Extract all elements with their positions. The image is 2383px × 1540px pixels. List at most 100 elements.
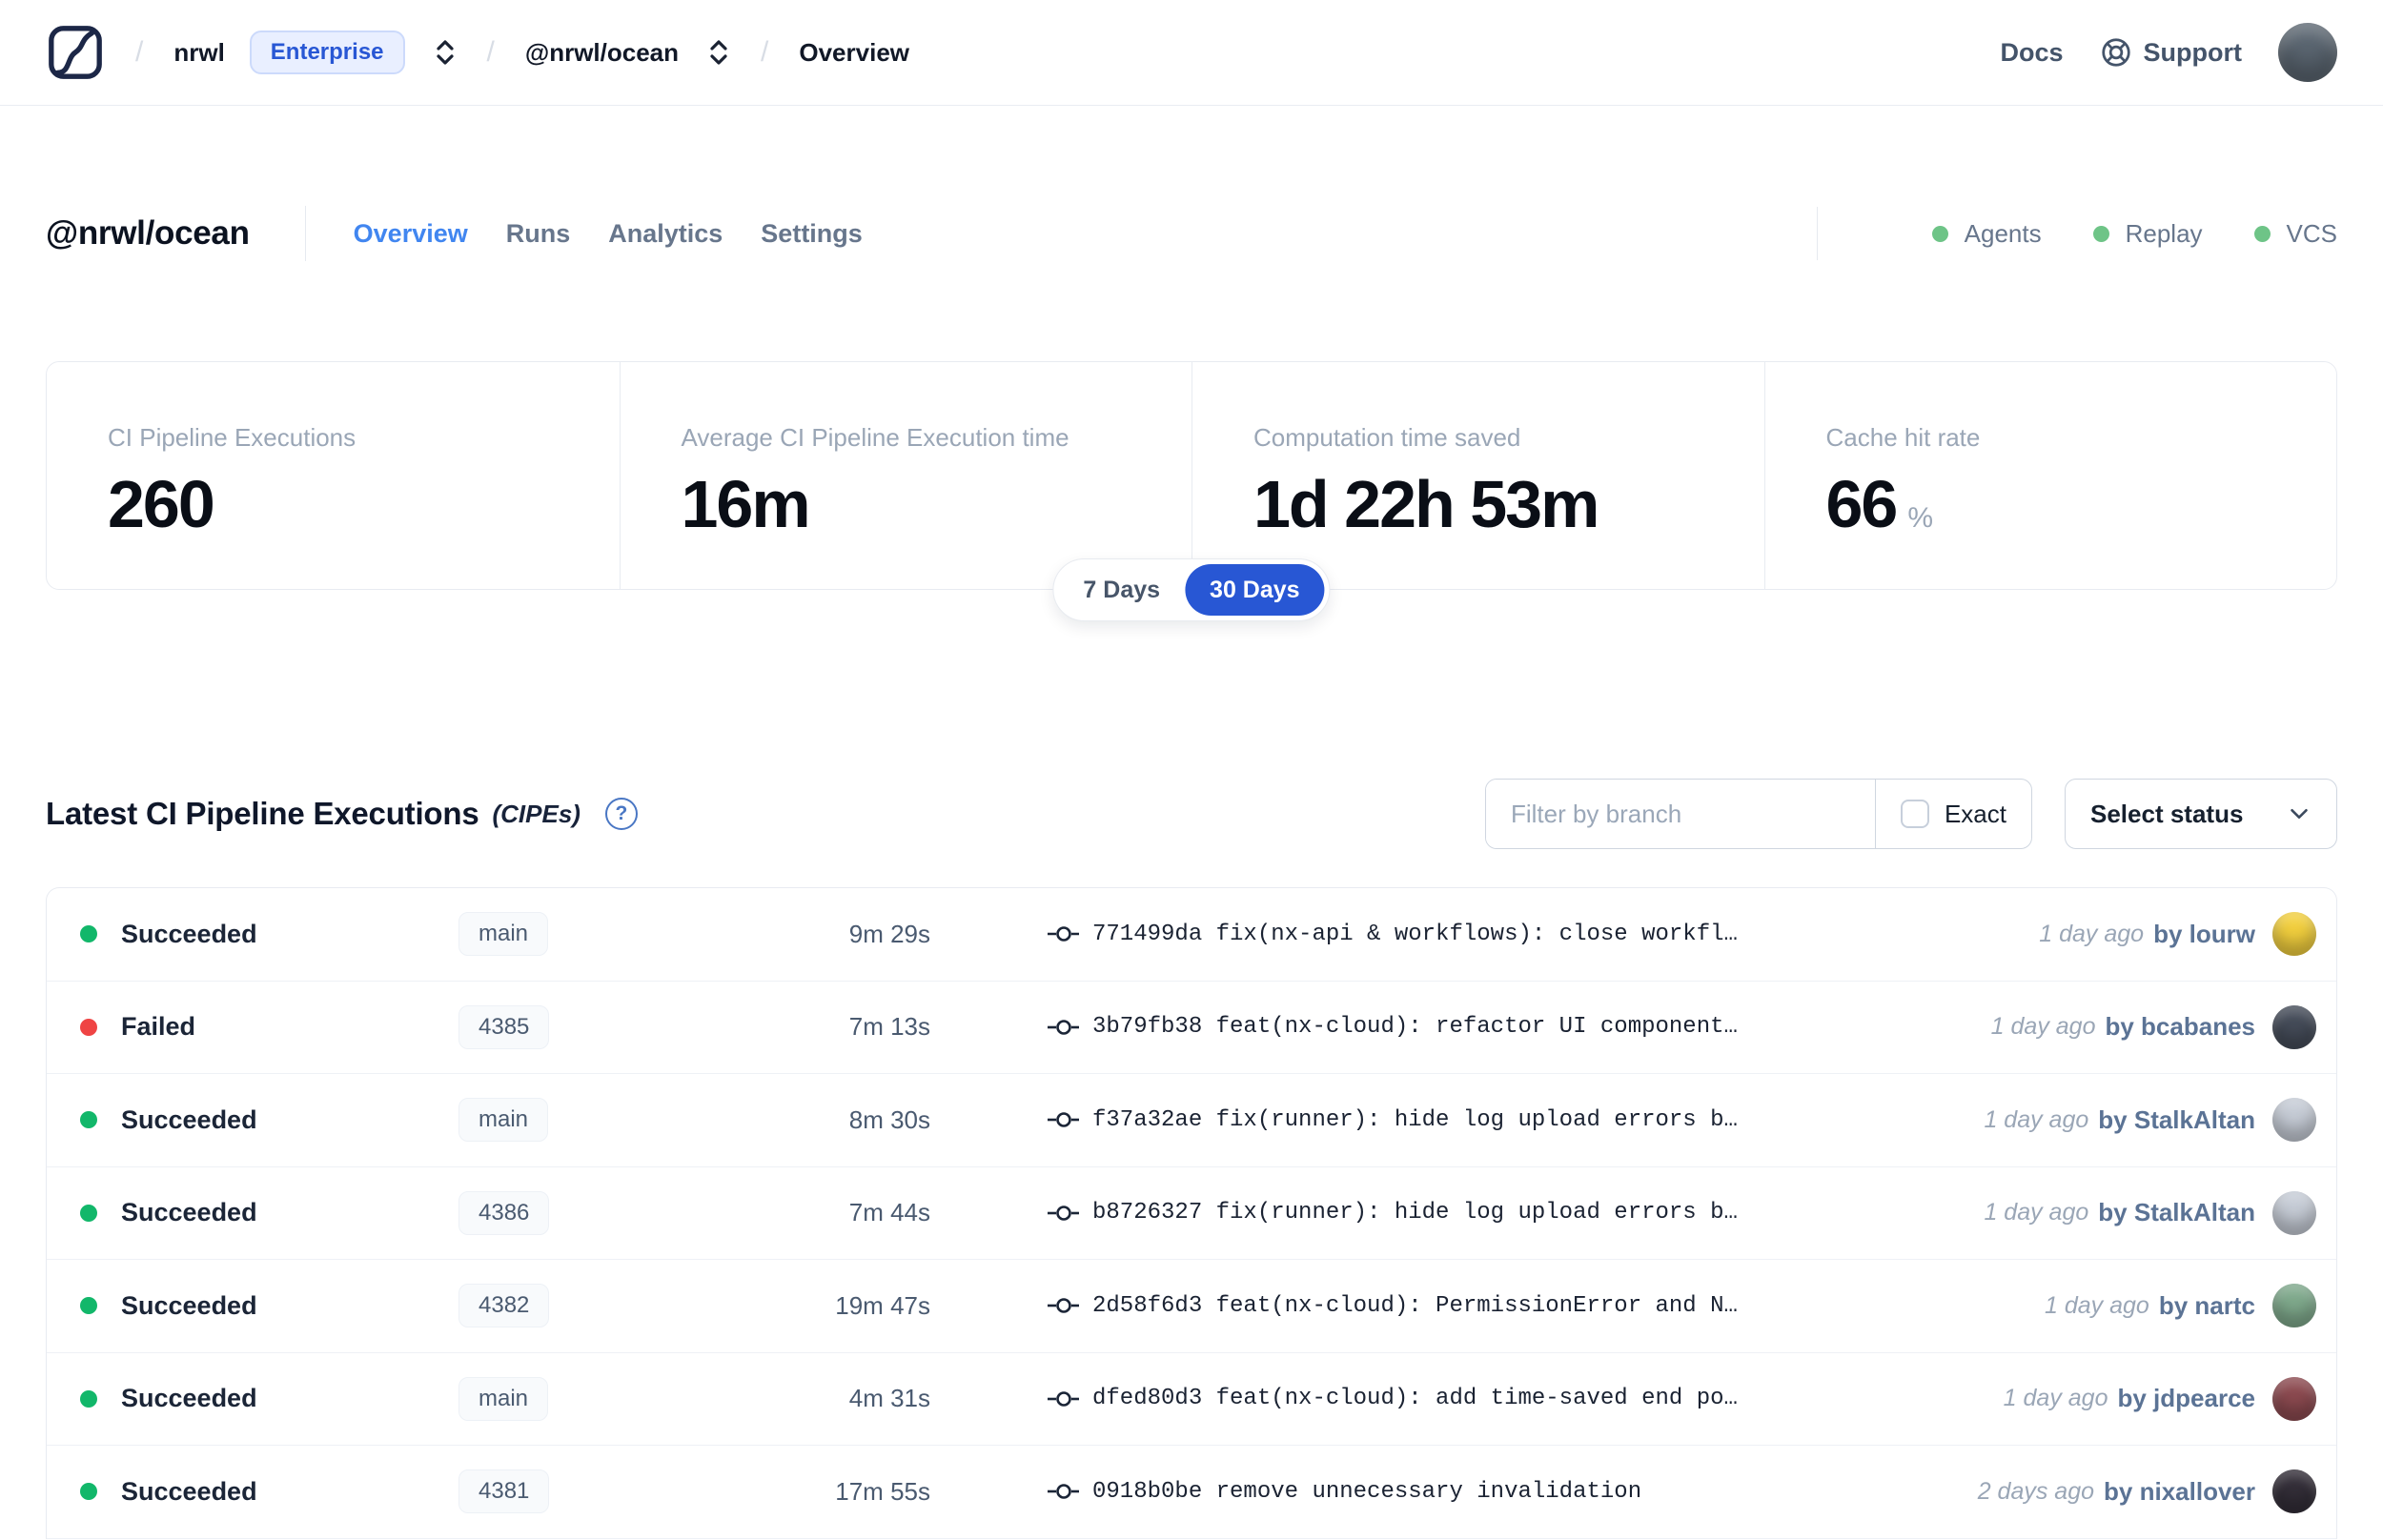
branch-badge[interactable]: 4386 <box>458 1190 550 1235</box>
commit-message[interactable]: 2d58f6d3 feat(nx-cloud): PermissionError… <box>1092 1293 1738 1319</box>
branch-filter-input[interactable] <box>1485 780 1875 848</box>
indicator-divider <box>1816 207 1818 260</box>
table-row[interactable]: Succeeded main 9m 29s 771499da fix(nx-ap… <box>47 888 2336 982</box>
status-label: Succeeded <box>121 1198 257 1227</box>
avatar <box>2272 1098 2316 1143</box>
commit-message[interactable]: 3b79fb38 feat(nx-cloud): refactor UI com… <box>1092 1014 1738 1040</box>
top-navigation-bar: / nrwl Enterprise / @nrwl/ocean / Overvi… <box>0 0 2383 106</box>
duration: 19m 47s <box>835 1290 930 1320</box>
indicator-agents[interactable]: Agents <box>1931 218 2042 249</box>
stat-suffix: % <box>1907 502 1934 534</box>
breadcrumb-workspace[interactable]: @nrwl/ocean <box>525 38 679 68</box>
breadcrumb-page: Overview <box>799 37 910 67</box>
branch-badge-cell: 4381 <box>458 1469 721 1514</box>
author: by StalkAltan <box>2098 1198 2255 1227</box>
tab-analytics[interactable]: Analytics <box>608 219 723 249</box>
row-meta: 2 days ago by nixallover <box>1977 1469 2316 1514</box>
workspace-header: @nrwl/ocean Overview Runs Analytics Sett… <box>46 176 2337 291</box>
branch-badge[interactable]: main <box>458 1098 549 1143</box>
table-row[interactable]: Succeeded main 8m 30s f37a32ae fix(runne… <box>47 1074 2336 1167</box>
stat-card-ci-pipeline-executions: CI Pipeline Executions 260 <box>47 362 620 589</box>
time-ago: 1 day ago <box>2039 920 2145 947</box>
stat-number: 260 <box>108 467 215 541</box>
commit-message[interactable]: 771499da fix(nx-api & workflows): close … <box>1092 922 1738 947</box>
workspace-selector-icon[interactable] <box>707 37 730 68</box>
help-icon[interactable]: ? <box>604 798 638 830</box>
stat-label: CI Pipeline Executions <box>108 423 356 452</box>
time-ago: 1 day ago <box>1984 1105 2089 1133</box>
branch-badge-cell: main <box>458 1098 721 1143</box>
indicator-label: Replay <box>2125 218 2203 248</box>
duration: 7m 13s <box>848 1012 930 1042</box>
commit-icon <box>1047 1107 1083 1132</box>
org-selector-icon[interactable] <box>434 37 457 68</box>
time-ago: 1 day ago <box>1984 1199 2089 1226</box>
time-ago: 2 days ago <box>1977 1477 2095 1505</box>
duration: 8m 30s <box>848 1104 930 1134</box>
tab-settings[interactable]: Settings <box>761 219 863 249</box>
duration: 7m 44s <box>848 1198 930 1227</box>
status-dot-succeeded <box>80 925 97 943</box>
duration: 9m 29s <box>848 919 930 948</box>
author: by lourw <box>2153 919 2255 948</box>
table-row[interactable]: Succeeded main 4m 31s dfed80d3 feat(nx-c… <box>47 1353 2336 1446</box>
indicator-vcs[interactable]: VCS <box>2253 219 2337 249</box>
stat-number: 16m <box>681 467 811 541</box>
table-row[interactable]: Succeeded 4381 17m 55s 0918b0be remove u… <box>47 1446 2336 1539</box>
commit-message[interactable]: dfed80d3 feat(nx-cloud): add time-saved … <box>1092 1386 1738 1411</box>
stat-value: 16m <box>682 466 1192 542</box>
row-meta: 1 day ago by StalkAltan <box>1984 1190 2316 1235</box>
branch-badge-cell: 4385 <box>458 1004 721 1049</box>
commit-icon <box>1047 1201 1083 1226</box>
indicator-replay[interactable]: Replay <box>2092 218 2203 249</box>
avatar <box>2272 1469 2316 1514</box>
breadcrumb-separator: / <box>135 36 144 68</box>
branch-filter-group: Exact <box>1484 779 2032 849</box>
support-link[interactable]: Support <box>2100 36 2242 69</box>
commit-message[interactable]: b8726327 fix(runner): hide log upload er… <box>1092 1200 1738 1226</box>
nx-cloud-logo-icon[interactable] <box>46 23 105 82</box>
exact-checkbox[interactable] <box>1900 800 1929 828</box>
exact-label: Exact <box>1944 799 2006 828</box>
branch-badge[interactable]: 4385 <box>458 1004 550 1049</box>
branch-badge[interactable]: main <box>458 912 549 957</box>
tab-overview[interactable]: Overview <box>354 219 468 249</box>
stat-value: 66 % <box>1826 466 2337 542</box>
workspace-title: @nrwl/ocean <box>46 214 250 252</box>
user-avatar[interactable] <box>2278 23 2337 82</box>
branch-badge[interactable]: main <box>458 1376 549 1421</box>
author: by bcabanes <box>2105 1012 2255 1042</box>
row-meta: 1 day ago by nartc <box>2045 1284 2316 1328</box>
status-select-dropdown[interactable]: Select status <box>2065 779 2337 849</box>
row-meta: 1 day ago by StalkAltan <box>1984 1098 2316 1143</box>
docs-label: Docs <box>2000 37 2064 67</box>
range-option-30-days[interactable]: 30 Days <box>1185 564 1325 616</box>
table-row[interactable]: Succeeded 4386 7m 44s b8726327 fix(runne… <box>47 1167 2336 1260</box>
author: by jdpearce <box>2117 1384 2255 1413</box>
table-row[interactable]: Succeeded 4382 19m 47s 2d58f6d3 feat(nx-… <box>47 1260 2336 1353</box>
stats-section: CI Pipeline Executions 260 Average CI Pi… <box>46 361 2337 621</box>
range-option-7-days[interactable]: 7 Days <box>1058 564 1185 616</box>
table-row[interactable]: Failed 4385 7m 13s 3b79fb38 feat(nx-clou… <box>47 982 2336 1074</box>
cipe-section-subtitle: (CIPEs) <box>492 799 580 828</box>
duration: 4m 31s <box>848 1384 930 1413</box>
status-label: Succeeded <box>121 919 257 948</box>
date-range-toggle: 7 Days 30 Days <box>1052 558 1331 621</box>
workspace-status-indicators: Agents Replay VCS <box>1816 207 2337 260</box>
commit-message[interactable]: f37a32ae fix(runner): hide log upload er… <box>1092 1107 1738 1133</box>
status-dot-succeeded <box>80 1204 97 1222</box>
avatar <box>2272 912 2316 957</box>
branch-badge[interactable]: 4382 <box>458 1284 550 1328</box>
tab-runs[interactable]: Runs <box>506 219 571 249</box>
stats-cards-container: CI Pipeline Executions 260 Average CI Pi… <box>46 361 2337 590</box>
indicator-label: Agents <box>1964 218 2042 248</box>
author: by nixallover <box>2104 1476 2255 1506</box>
breadcrumb-org[interactable]: nrwl <box>173 38 224 68</box>
row-meta: 1 day ago by jdpearce <box>2004 1376 2316 1421</box>
docs-link[interactable]: Docs <box>2000 38 2063 68</box>
status-select-label: Select status <box>2090 799 2244 828</box>
header-divider <box>304 206 306 261</box>
commit-message[interactable]: 0918b0be remove unnecessary invalidation <box>1092 1479 1641 1505</box>
cipe-section-title: Latest CI Pipeline Executions <box>46 796 479 831</box>
branch-badge[interactable]: 4381 <box>458 1469 550 1514</box>
